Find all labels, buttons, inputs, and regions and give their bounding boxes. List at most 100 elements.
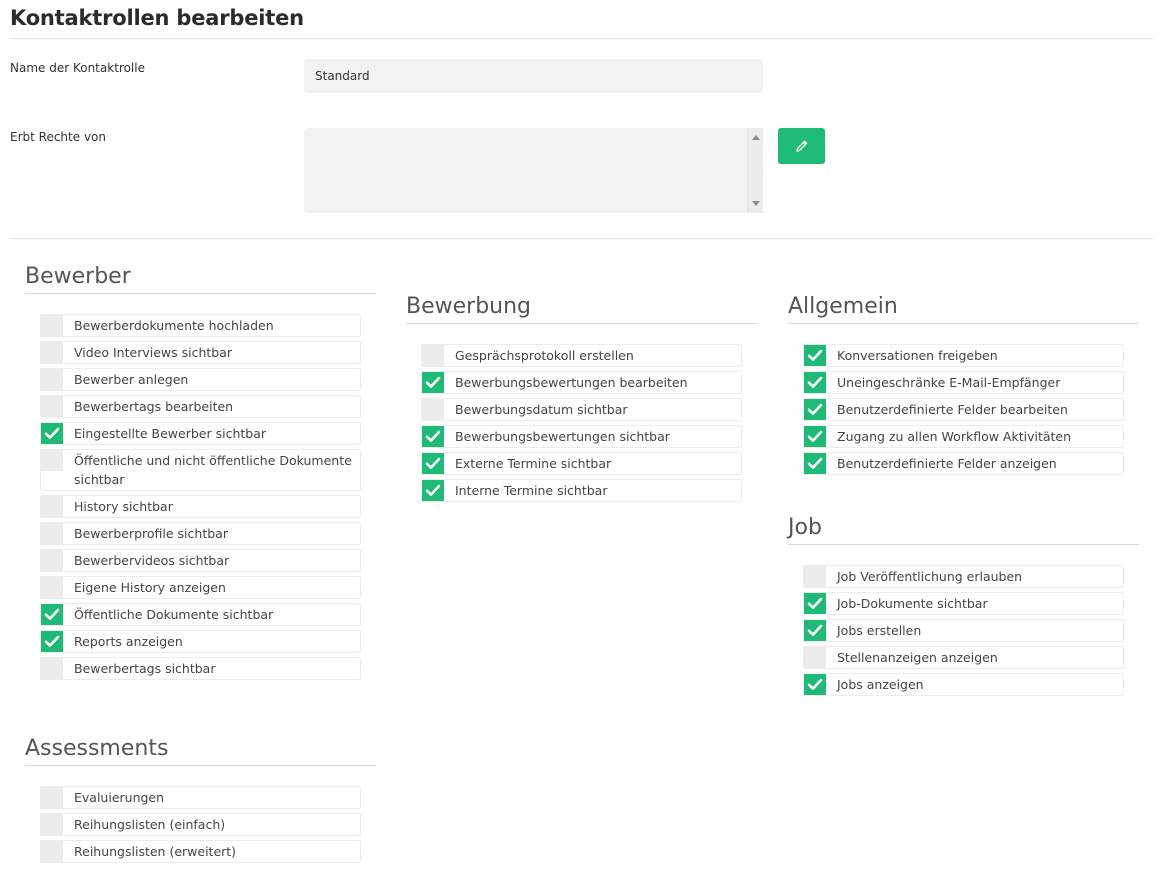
checkbox[interactable]	[804, 426, 826, 447]
permission-item[interactable]: Stellenanzeigen anzeigen	[803, 646, 1124, 669]
checkbox[interactable]	[41, 342, 63, 363]
permission-item[interactable]: History sichtbar	[40, 495, 361, 518]
check-icon	[807, 403, 823, 415]
permission-label: Video Interviews sichtbar	[74, 345, 233, 360]
check-icon	[44, 427, 60, 439]
permission-item[interactable]: Konversationen freigeben	[803, 344, 1124, 367]
checkbox[interactable]	[41, 631, 63, 652]
permission-list: Job Veröffentlichung erlauben Job-Dokumen…	[803, 565, 1124, 696]
permission-item[interactable]: Reports anzeigen	[40, 630, 361, 653]
permission-item[interactable]: Job Veröffentlichung erlauben	[803, 565, 1124, 588]
checkbox[interactable]	[422, 399, 444, 420]
check-icon	[807, 597, 823, 609]
permission-item[interactable]: Bewerberdokumente hochladen	[40, 314, 361, 337]
checkbox[interactable]	[422, 453, 444, 474]
checkbox[interactable]	[422, 426, 444, 447]
checkbox[interactable]	[41, 658, 63, 679]
permission-item[interactable]: Öffentliche Dokumente sichtbar	[40, 603, 361, 626]
section-bewerber: Bewerber Bewerberdokumente hochladen Vide…	[25, 264, 376, 684]
permission-item[interactable]: Bewerbervideos sichtbar	[40, 549, 361, 572]
checkbox[interactable]	[41, 496, 63, 517]
checkbox[interactable]	[41, 604, 63, 625]
permission-item[interactable]: Job-Dokumente sichtbar	[803, 592, 1124, 615]
checkbox[interactable]	[41, 315, 63, 336]
permission-item[interactable]: Zugang zu allen Workflow Aktivitäten	[803, 425, 1124, 448]
checkbox[interactable]	[804, 647, 826, 668]
permission-item[interactable]: Externe Termine sichtbar	[421, 452, 742, 475]
permission-label: Reihungslisten (erweitert)	[74, 844, 237, 859]
permission-list: Bewerberdokumente hochladen Video Intervi…	[40, 314, 361, 680]
permission-label: Jobs anzeigen	[837, 677, 924, 692]
permission-label: Bewerbungsbewertungen sichtbar	[455, 429, 670, 444]
permission-item[interactable]: Interne Termine sichtbar	[421, 479, 742, 502]
checkbox[interactable]	[804, 453, 826, 474]
permission-item[interactable]: Reihungslisten (einfach)	[40, 813, 361, 836]
checkbox[interactable]	[41, 841, 63, 862]
permission-label: Job Veröffentlichung erlauben	[837, 569, 1023, 584]
permission-label: Job-Dokumente sichtbar	[837, 596, 988, 611]
permission-label: Benutzerdefinierte Felder bearbeiten	[837, 402, 1068, 417]
checkbox[interactable]	[804, 399, 826, 420]
permission-label: Bewerber anlegen	[74, 372, 189, 387]
checkbox[interactable]	[41, 423, 63, 444]
permission-item[interactable]: Eingestellte Bewerber sichtbar	[40, 422, 361, 445]
checkbox[interactable]	[41, 450, 63, 471]
form-divider	[10, 238, 1153, 239]
permission-label: Uneingeschränke E-Mail-Empfänger	[837, 375, 1061, 390]
role-name-input[interactable]	[304, 59, 763, 93]
permission-list: Gesprächsprotokoll erstellen Bewerbungsbe…	[421, 344, 742, 502]
scroll-down-icon[interactable]	[752, 201, 760, 206]
checkbox[interactable]	[41, 369, 63, 390]
permission-item[interactable]: Bewerbertags bearbeiten	[40, 395, 361, 418]
permission-item[interactable]: Jobs anzeigen	[803, 673, 1124, 696]
scroll-up-icon[interactable]	[752, 135, 760, 140]
checkbox[interactable]	[804, 372, 826, 393]
permission-label: Bewerbungsdatum sichtbar	[455, 402, 628, 417]
permission-item[interactable]: Öffentliche und nicht öffentliche Dokume…	[40, 449, 361, 491]
permission-item[interactable]: Bewerberprofile sichtbar	[40, 522, 361, 545]
permission-item[interactable]: Video Interviews sichtbar	[40, 341, 361, 364]
permission-item[interactable]: Bewerber anlegen	[40, 368, 361, 391]
checkbox[interactable]	[804, 345, 826, 366]
checkbox[interactable]	[804, 566, 826, 587]
checkbox[interactable]	[41, 396, 63, 417]
checkbox[interactable]	[422, 345, 444, 366]
checkbox[interactable]	[41, 550, 63, 571]
page-title: Kontaktrollen bearbeiten	[10, 6, 304, 30]
edit-inherits-button[interactable]	[778, 128, 825, 164]
permission-item[interactable]: Benutzerdefinierte Felder anzeigen	[803, 452, 1124, 475]
checkbox[interactable]	[422, 480, 444, 501]
inherits-select[interactable]	[304, 128, 763, 213]
permission-item[interactable]: Bewerbungsdatum sichtbar	[421, 398, 742, 421]
check-icon	[807, 430, 823, 442]
permission-label: Öffentliche und nicht öffentliche Dokume…	[74, 453, 352, 487]
permission-label: Benutzerdefinierte Felder anzeigen	[837, 456, 1057, 471]
permission-item[interactable]: Bewerbungsbewertungen bearbeiten	[421, 371, 742, 394]
permission-item[interactable]: Gesprächsprotokoll erstellen	[421, 344, 742, 367]
permission-item[interactable]: Reihungslisten (erweitert)	[40, 840, 361, 863]
checkbox[interactable]	[422, 372, 444, 393]
check-icon	[807, 624, 823, 636]
checkbox[interactable]	[804, 674, 826, 695]
checkbox[interactable]	[804, 593, 826, 614]
permission-item[interactable]: Bewerbertags sichtbar	[40, 657, 361, 680]
permission-label: Jobs erstellen	[837, 623, 922, 638]
check-icon	[807, 376, 823, 388]
permission-label: Interne Termine sichtbar	[455, 483, 608, 498]
checkbox[interactable]	[804, 620, 826, 641]
checkbox[interactable]	[41, 787, 63, 808]
checkbox[interactable]	[41, 523, 63, 544]
permission-item[interactable]: Evaluierungen	[40, 786, 361, 809]
permission-item[interactable]: Benutzerdefinierte Felder bearbeiten	[803, 398, 1124, 421]
section-title: Bewerbung	[406, 294, 757, 324]
checkbox[interactable]	[41, 814, 63, 835]
check-icon	[807, 678, 823, 690]
checkbox[interactable]	[41, 577, 63, 598]
permission-label: History sichtbar	[74, 499, 173, 514]
permission-item[interactable]: Bewerbungsbewertungen sichtbar	[421, 425, 742, 448]
permission-item[interactable]: Eigene History anzeigen	[40, 576, 361, 599]
check-icon	[425, 376, 441, 388]
scrollbar[interactable]	[747, 128, 763, 213]
permission-item[interactable]: Uneingeschränke E-Mail-Empfänger	[803, 371, 1124, 394]
permission-item[interactable]: Jobs erstellen	[803, 619, 1124, 642]
